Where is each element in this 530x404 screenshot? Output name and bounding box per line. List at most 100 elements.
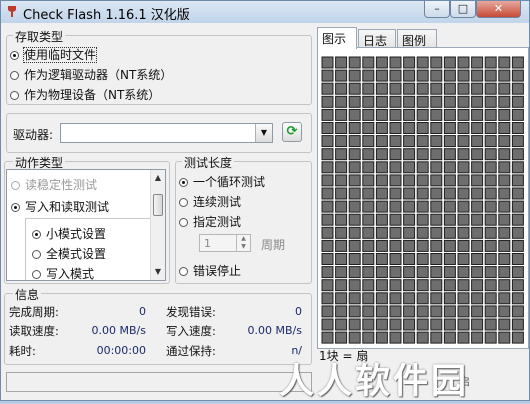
- block-cell: [471, 148, 484, 161]
- close-button[interactable]: ✕: [476, 1, 521, 18]
- length-option-one-cycle[interactable]: 一个循环测试: [179, 173, 265, 190]
- drive-select[interactable]: ▼: [60, 123, 273, 143]
- block-cell: [457, 213, 470, 226]
- block-cell: [375, 213, 388, 226]
- block-cell: [416, 213, 429, 226]
- block-cell: [416, 108, 429, 121]
- action-list[interactable]: 读稳定性测试 写入和读取测试 小模式设置 全模式设置 写入模式 ▲ ▼: [6, 169, 166, 281]
- access-option-logical-drive[interactable]: 作为逻辑驱动器（NT系统）: [10, 66, 172, 83]
- block-cell: [457, 122, 470, 134]
- block-cell: [403, 95, 416, 108]
- block-cell: [416, 174, 429, 187]
- block-cell: [484, 279, 497, 292]
- block-cell: [403, 108, 416, 121]
- block-cell: [471, 305, 484, 318]
- block-cell: [457, 266, 470, 279]
- block-cell: [471, 82, 484, 95]
- tab-legend[interactable]: 图例: [397, 29, 437, 48]
- action-option-read-stability[interactable]: 读稳定性测试: [11, 176, 97, 193]
- block-cell: [416, 69, 429, 82]
- block-cell: [375, 135, 388, 148]
- block-cell: [498, 95, 511, 108]
- block-cell: [484, 213, 497, 226]
- spin-up-icon[interactable]: ▲: [237, 235, 250, 243]
- block-cell: [375, 56, 388, 69]
- write-speed-label: 写入速度:: [166, 324, 216, 338]
- block-cell: [457, 292, 470, 305]
- test-length-legend: 测试长度: [182, 154, 235, 171]
- sub-option-small-pattern[interactable]: 小模式设置: [32, 225, 106, 242]
- radio-checked-icon: [32, 230, 41, 239]
- block-cell: [403, 148, 416, 161]
- sub-option-write-pattern[interactable]: 写入模式: [32, 265, 94, 280]
- access-option-physical-device[interactable]: 作为物理设备（NT系统）: [10, 86, 160, 103]
- block-cell: [457, 56, 470, 69]
- block-cell: [498, 239, 511, 252]
- block-cell: [362, 279, 375, 292]
- block-cell: [484, 174, 497, 187]
- block-cell: [457, 161, 470, 174]
- block-cell: [443, 135, 456, 148]
- completed-cycles-label: 完成周期:: [9, 305, 59, 319]
- scroll-thumb[interactable]: [153, 194, 163, 216]
- block-cell: [471, 239, 484, 252]
- maximize-button[interactable]: □: [450, 1, 476, 18]
- block-cell: [498, 200, 511, 213]
- block-cell: [484, 200, 497, 213]
- block-cell: [498, 174, 511, 187]
- tab-log[interactable]: 日志: [358, 29, 396, 48]
- block-cell: [511, 161, 524, 174]
- scroll-up-icon[interactable]: ▲: [153, 173, 163, 182]
- radio-checked-icon: [11, 203, 20, 212]
- block-cell: [362, 161, 375, 174]
- info-legend: 信息: [13, 286, 42, 303]
- action-list-scrollbar[interactable]: ▲ ▼: [150, 170, 165, 280]
- block-cell: [457, 108, 470, 121]
- block-cell: [457, 148, 470, 161]
- block-cell: [457, 135, 470, 148]
- block-cell: [403, 56, 416, 69]
- block-cell: [471, 56, 484, 69]
- block-cell: [348, 318, 361, 331]
- length-option-stop-on-error[interactable]: 错误停止: [179, 262, 241, 279]
- spin-down-icon[interactable]: ▼: [237, 243, 250, 251]
- block-cell: [511, 95, 524, 108]
- block-cell: [484, 292, 497, 305]
- read-speed-value: 0.00 MB/s: [91, 324, 146, 337]
- block-cell: [403, 200, 416, 213]
- block-cell: [389, 279, 402, 292]
- block-cell: [471, 213, 484, 226]
- tab-map[interactable]: 图示: [317, 27, 357, 49]
- block-cell: [416, 292, 429, 305]
- block-cell: [389, 174, 402, 187]
- block-cell: [403, 213, 416, 226]
- length-option-specified[interactable]: 指定测试: [179, 213, 241, 230]
- block-cell: [457, 95, 470, 108]
- block-cell: [471, 135, 484, 148]
- block-cell: [348, 200, 361, 213]
- block-cell: [471, 108, 484, 121]
- block-cell: [362, 200, 375, 213]
- cycle-count-spinner[interactable]: 1 ▲ ▼: [199, 234, 251, 252]
- block-cell: [375, 200, 388, 213]
- minimize-button[interactable]: –: [424, 1, 450, 18]
- block-cell: [471, 69, 484, 82]
- block-cell: [484, 108, 497, 121]
- action-option-write-read[interactable]: 写入和读取测试: [11, 198, 109, 215]
- sub-option-full-pattern[interactable]: 全模式设置: [32, 245, 106, 262]
- block-cell: [457, 239, 470, 252]
- block-cell: [335, 82, 348, 95]
- radio-icon: [179, 267, 188, 276]
- window-title: Check Flash 1.16.1 汉化版: [23, 8, 190, 23]
- block-cell: [511, 200, 524, 213]
- block-cell: [498, 279, 511, 292]
- dropdown-arrow-icon[interactable]: ▼: [255, 124, 272, 142]
- block-cell: [348, 56, 361, 69]
- block-cell: [498, 122, 511, 134]
- length-option-continuous[interactable]: 连续测试: [179, 193, 241, 210]
- scroll-down-icon[interactable]: ▼: [153, 267, 163, 276]
- access-option-temp-file[interactable]: 使用临时文件: [10, 46, 98, 63]
- block-cell: [430, 292, 443, 305]
- refresh-button[interactable]: ⟳: [282, 122, 302, 142]
- block-cell: [471, 266, 484, 279]
